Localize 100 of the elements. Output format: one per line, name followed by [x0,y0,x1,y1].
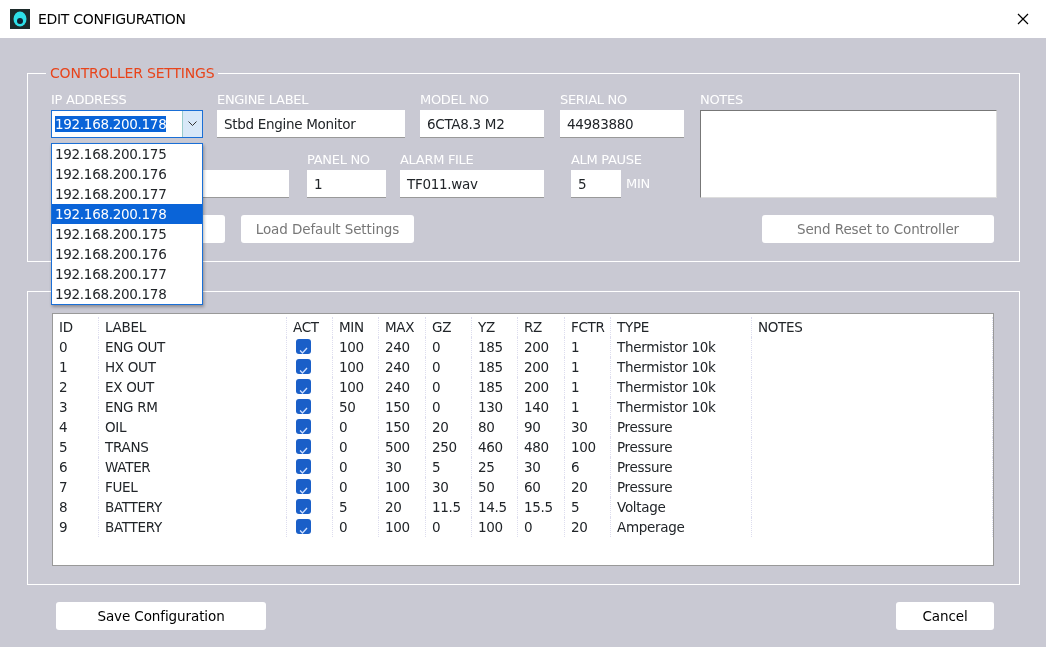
column-header: RZ [518,317,565,337]
column-header: MAX [379,317,426,337]
table-cell: 30 [379,457,426,477]
table-cell: 20 [426,417,472,437]
table-cell: 5 [426,457,472,477]
table-cell: 100 [565,437,611,457]
table-cell: Amperage [611,517,752,537]
table-cell: 4 [53,417,99,437]
table-cell: 0 [333,437,379,457]
table-cell: 0 [426,377,472,397]
table-cell: 100 [379,477,426,497]
table-cell: EX OUT [99,377,287,397]
table-cell: 20 [565,517,611,537]
table-cell: 500 [379,437,426,457]
table-cell: Thermistor 10k [611,357,752,377]
table-cell: 80 [472,417,518,437]
table-cell: 1 [565,377,611,397]
column-header: GZ [426,317,472,337]
table-cell: 100 [333,377,379,397]
table-cell: 1 [565,397,611,417]
table-cell: 0 [426,337,472,357]
table-cell: 3 [53,397,99,417]
table-cell: 185 [472,337,518,357]
table-cell: 0 [333,477,379,497]
table-cell: 14.5 [472,497,518,517]
table-cell: 0 [333,517,379,537]
table-cell: 2 [53,377,99,397]
column-header: NOTES [752,317,993,337]
table-cell: OIL [99,417,287,437]
column-header: FCTR [565,317,611,337]
table-cell: Voltage [611,497,752,517]
table-cell: 60 [518,477,565,497]
table-cell: 0 [518,517,565,537]
column-header: YZ [472,317,518,337]
table-cell: 5 [565,497,611,517]
column-header: TYPE [611,317,752,337]
table-cell: 0 [426,517,472,537]
column-header: ACT [287,317,333,337]
table-cell: 50 [333,397,379,417]
table-cell: ENG RM [99,397,287,417]
table-cell: 0 [333,457,379,477]
table-cell: 30 [426,477,472,497]
table-cell: 240 [379,337,426,357]
table-cell: 0 [426,357,472,377]
table-cell: 460 [472,437,518,457]
table-cell: 100 [333,357,379,377]
table-cell: BATTERY [99,517,287,537]
table-cell: 6 [53,457,99,477]
table-cell: ENG OUT [99,337,287,357]
column-header: ID [53,317,99,337]
table-cell: 30 [565,417,611,437]
table-cell: BATTERY [99,497,287,517]
table-cell: 240 [379,377,426,397]
table-cell: 185 [472,357,518,377]
table-cell: Thermistor 10k [611,397,752,417]
table-cell: 185 [472,377,518,397]
table-cell: 1 [565,357,611,377]
column-header: MIN [333,317,379,337]
table-cell: 1 [53,357,99,377]
table-cell: 50 [472,477,518,497]
table-cell: 130 [472,397,518,417]
table-cell: 11.5 [426,497,472,517]
table-cell: 200 [518,357,565,377]
table-cell: 480 [518,437,565,457]
table-cell: 8 [53,497,99,517]
table-cell: WATER [99,457,287,477]
table-cell: 6 [565,457,611,477]
table-cell: 100 [472,517,518,537]
table-cell: 140 [518,397,565,417]
table-cell: 100 [379,517,426,537]
table-cell: 150 [379,397,426,417]
table-cell: 7 [53,477,99,497]
table-cell: Pressure [611,477,752,497]
table-cell: 0 [333,417,379,437]
window-title: EDIT CONFIGURATION [38,9,187,29]
table-cell: 90 [518,417,565,437]
table-cell: 20 [565,477,611,497]
table-cell: 5 [333,497,379,517]
table-cell: 0 [53,337,99,357]
table-cell: HX OUT [99,357,287,377]
table-cell: 9 [53,517,99,537]
table-cell: 25 [472,457,518,477]
table-cell: 240 [379,357,426,377]
table-cell: Pressure [611,437,752,457]
table-cell: 1 [565,337,611,357]
table-cell: Pressure [611,457,752,477]
table-cell: 200 [518,377,565,397]
table-cell: 150 [379,417,426,437]
table-cell: Thermistor 10k [611,337,752,357]
table-cell: 100 [333,337,379,357]
table-cell: Pressure [611,417,752,437]
table-cell: TRANS [99,437,287,457]
table-cell: FUEL [99,477,287,497]
table-cell: 30 [518,457,565,477]
column-header: LABEL [99,317,287,337]
table-cell: 15.5 [518,497,565,517]
table-cell: 20 [379,497,426,517]
table-cell: 0 [426,397,472,417]
table-cell: 5 [53,437,99,457]
table-cell: 200 [518,337,565,357]
